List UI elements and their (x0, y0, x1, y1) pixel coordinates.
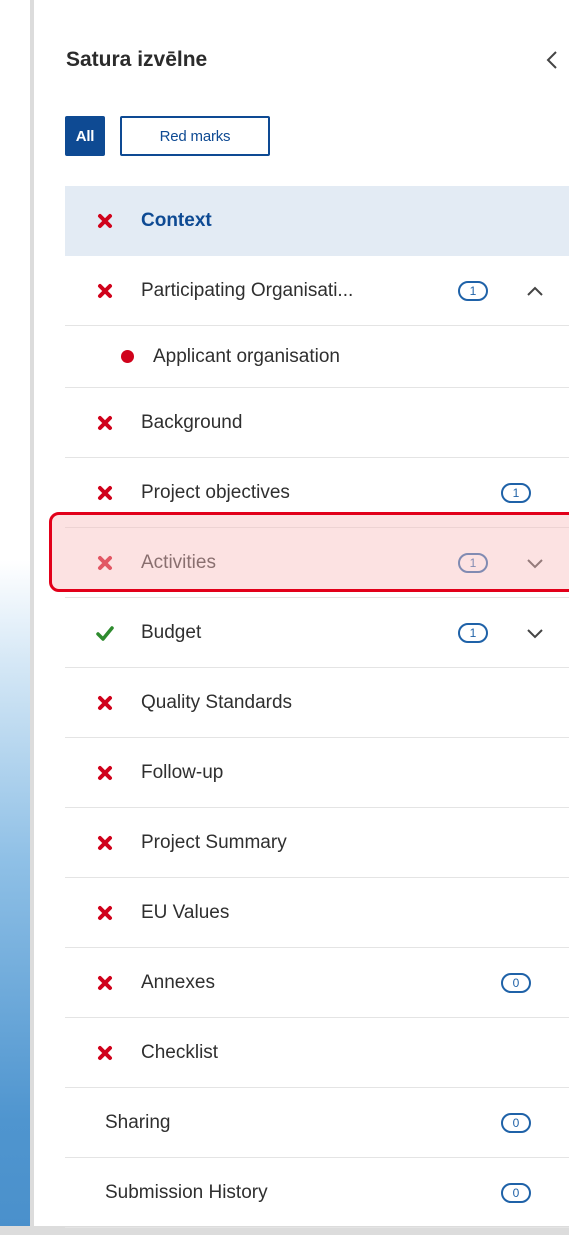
section-menu: Context Participating Organisati... 1 Appli… (65, 186, 569, 1228)
menu-item-label: Sharing (105, 1111, 171, 1133)
menu-item-sharing[interactable]: Sharing 0 (65, 1088, 569, 1158)
error-dot-icon (121, 350, 134, 363)
content-menu-panel: Satura izvēlne All Red marks Context Part… (34, 0, 569, 1228)
count-badge: 1 (458, 280, 488, 301)
menu-item-project-objectives[interactable]: Project objectives 1 (65, 458, 569, 528)
error-x-icon (98, 975, 112, 990)
menu-item-label: Quality Standards (141, 691, 293, 713)
filter-red-marks-button[interactable]: Red marks (120, 116, 270, 156)
filter-toggle-group: All Red marks (65, 116, 270, 156)
chevron-left-icon (546, 51, 557, 69)
error-x-icon (98, 415, 112, 430)
collapse-panel-button[interactable] (540, 44, 564, 76)
count-badge: 0 (501, 972, 531, 993)
count-badge: 0 (501, 1182, 531, 1203)
error-x-icon (98, 555, 112, 570)
sub-item-applicant-organisation[interactable]: Applicant organisation (65, 326, 569, 388)
menu-item-project-summary[interactable]: Project Summary (65, 808, 569, 878)
menu-item-label: Context (141, 210, 212, 231)
menu-item-checklist[interactable]: Checklist (65, 1018, 569, 1088)
menu-item-background[interactable]: Background (65, 388, 569, 458)
filter-all-button[interactable]: All (65, 116, 105, 156)
error-x-icon (98, 485, 112, 500)
menu-item-label: Project objectives (141, 481, 290, 503)
menu-item-annexes[interactable]: Annexes 0 (65, 948, 569, 1018)
menu-item-label: Budget (141, 621, 202, 643)
error-x-icon (98, 695, 112, 710)
menu-item-activities[interactable]: Activities 1 (65, 528, 569, 598)
error-x-icon (98, 835, 112, 850)
error-x-icon (98, 1045, 112, 1060)
checkmark-icon (96, 625, 114, 641)
menu-item-label: Activities (141, 551, 216, 573)
menu-item-label: Background (141, 411, 243, 433)
menu-item-submission-history[interactable]: Submission History 0 (65, 1158, 569, 1228)
menu-item-label: Annexes (141, 971, 215, 993)
menu-item-participating-organisati[interactable]: Participating Organisati... 1 (65, 256, 569, 326)
chevron-up-icon[interactable] (525, 284, 545, 298)
menu-item-follow-up[interactable]: Follow-up (65, 738, 569, 808)
chevron-down-icon[interactable] (525, 626, 545, 640)
menu-item-label: Submission History (105, 1181, 268, 1203)
menu-item-label: Checklist (141, 1041, 219, 1063)
error-x-icon (98, 765, 112, 780)
menu-item-budget[interactable]: Budget 1 (65, 598, 569, 668)
count-badge: 0 (501, 1112, 531, 1133)
count-badge: 1 (458, 622, 488, 643)
count-badge: 1 (501, 482, 531, 503)
menu-item-label: Project Summary (141, 831, 287, 853)
error-x-icon (98, 283, 112, 298)
chevron-down-icon[interactable] (525, 556, 545, 570)
menu-item-label: Follow-up (141, 761, 224, 783)
panel-title: Satura izvēlne (66, 48, 208, 71)
menu-item-eu-values[interactable]: EU Values (65, 878, 569, 948)
menu-item-quality-standards[interactable]: Quality Standards (65, 668, 569, 738)
menu-item-label: Applicant organisation (153, 345, 340, 367)
menu-item-label: EU Values (141, 901, 230, 923)
menu-item-context[interactable]: Context (65, 186, 569, 256)
menu-item-label: Participating Organisati... (141, 279, 354, 301)
error-x-icon (98, 905, 112, 920)
page-background-strip (0, 0, 34, 1235)
error-x-icon (98, 214, 112, 228)
count-badge: 1 (458, 552, 488, 573)
